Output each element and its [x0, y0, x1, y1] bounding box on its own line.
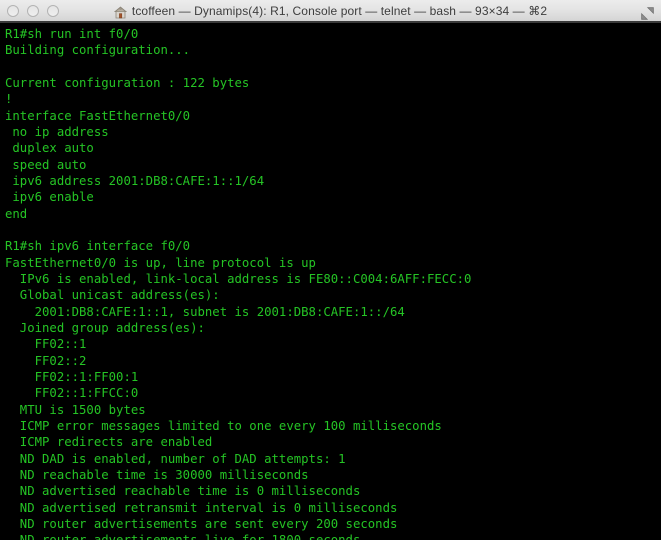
- terminal-line: !: [5, 92, 13, 107]
- terminal-line: ND DAD is enabled, number of DAD attempt…: [5, 451, 346, 466]
- terminal-line: Joined group address(es):: [5, 320, 205, 335]
- window-titlebar[interactable]: tcoffeen — Dynamips(4): R1, Console port…: [0, 0, 661, 23]
- terminal-line: ICMP error messages limited to one every…: [5, 418, 442, 433]
- terminal-line: R1#sh ipv6 interface f0/0: [5, 239, 191, 254]
- minimize-button[interactable]: [27, 5, 39, 17]
- terminal-line: speed auto: [5, 157, 87, 172]
- terminal-line: Building configuration...: [5, 43, 191, 58]
- fullscreen-expand-icon[interactable]: [641, 5, 654, 20]
- home-icon: [113, 4, 127, 19]
- terminal-line: FF02::1:FF00:1: [5, 369, 139, 384]
- terminal-line: R1#sh run int f0/0: [5, 27, 139, 41]
- terminal-line: FF02::1:FFCC:0: [5, 386, 139, 401]
- terminal-line: ND advertised reachable time is 0 millis…: [5, 484, 361, 499]
- terminal-line: MTU is 1500 bytes: [5, 402, 146, 417]
- terminal-screen[interactable]: R1#sh run int f0/0 Building configuration…: [0, 23, 661, 540]
- zoom-button[interactable]: [47, 5, 59, 17]
- window-title: tcoffeen — Dynamips(4): R1, Console port…: [131, 3, 548, 18]
- terminal-line: FastEthernet0/0 is up, line protocol is …: [5, 255, 316, 270]
- terminal-line: FF02::2: [5, 353, 87, 368]
- window-controls: [7, 5, 59, 17]
- terminal-line: Global unicast address(es):: [5, 288, 220, 303]
- terminal-line: duplex auto: [5, 141, 94, 156]
- terminal-output: R1#sh run int f0/0 Building configuration…: [5, 26, 661, 540]
- terminal-line: FF02::1: [5, 337, 87, 352]
- terminal-line: ND reachable time is 30000 milliseconds: [5, 467, 309, 482]
- terminal-line: ipv6 enable: [5, 190, 94, 205]
- terminal-line: ND router advertisements live for 1800 s…: [5, 532, 661, 540]
- terminal-line: no ip address: [5, 124, 109, 139]
- terminal-line: ND advertised retransmit interval is 0 m…: [5, 500, 398, 515]
- terminal-line: end: [5, 206, 28, 221]
- terminal-line: 2001:DB8:CAFE:1::1, subnet is 2001:DB8:C…: [5, 304, 405, 319]
- close-button[interactable]: [7, 5, 19, 17]
- terminal-line: ND router advertisements are sent every …: [5, 516, 398, 531]
- titlebar-center: tcoffeen — Dynamips(4): R1, Console port…: [0, 0, 661, 21]
- terminal-line: IPv6 is enabled, link-local address is F…: [5, 271, 472, 286]
- terminal-window: tcoffeen — Dynamips(4): R1, Console port…: [0, 0, 661, 540]
- terminal-line: ipv6 address 2001:DB8:CAFE:1::1/64: [5, 173, 265, 188]
- terminal-line: Current configuration : 122 bytes: [5, 75, 250, 90]
- terminal-line: interface FastEthernet0/0: [5, 108, 191, 123]
- terminal-line: ICMP redirects are enabled: [5, 435, 213, 450]
